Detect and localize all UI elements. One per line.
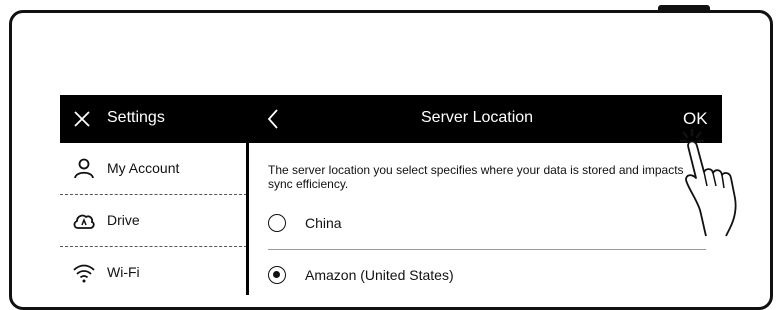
- option-label: Amazon (United States): [305, 267, 454, 283]
- ok-button[interactable]: OK: [683, 109, 708, 129]
- wifi-icon: [73, 264, 95, 283]
- person-icon: [74, 158, 94, 179]
- description-text: The server location you select specifies…: [268, 163, 684, 191]
- option-divider: [268, 249, 706, 250]
- cloud-drive-icon: [73, 214, 95, 229]
- close-icon[interactable]: [72, 109, 92, 129]
- sidebar-item-label: My Account: [107, 160, 180, 176]
- radio-button[interactable]: [268, 214, 286, 232]
- top-bar: Settings Server Location OK: [60, 95, 722, 143]
- settings-window: Settings Server Location OK My Account D…: [60, 95, 722, 295]
- hand-pointer-icon: [679, 128, 737, 237]
- sidebar-item-wifi[interactable]: Wi-Fi: [60, 247, 247, 295]
- radio-button-selected[interactable]: [268, 266, 286, 284]
- sidebar: My Account Drive Wi-Fi: [60, 143, 247, 295]
- settings-title: Settings: [107, 109, 165, 126]
- sidebar-item-my-account[interactable]: My Account: [60, 143, 247, 195]
- page-title: Server Location: [421, 109, 534, 126]
- option-china[interactable]: China: [268, 204, 710, 242]
- option-label: China: [305, 215, 342, 231]
- sidebar-item-label: Wi-Fi: [107, 264, 140, 280]
- back-icon[interactable]: [266, 107, 280, 131]
- sidebar-item-label: Drive: [107, 212, 140, 228]
- sidebar-item-drive[interactable]: Drive: [60, 195, 247, 247]
- option-amazon-us[interactable]: Amazon (United States): [268, 256, 710, 294]
- server-location-panel: The server location you select specifies…: [249, 143, 722, 295]
